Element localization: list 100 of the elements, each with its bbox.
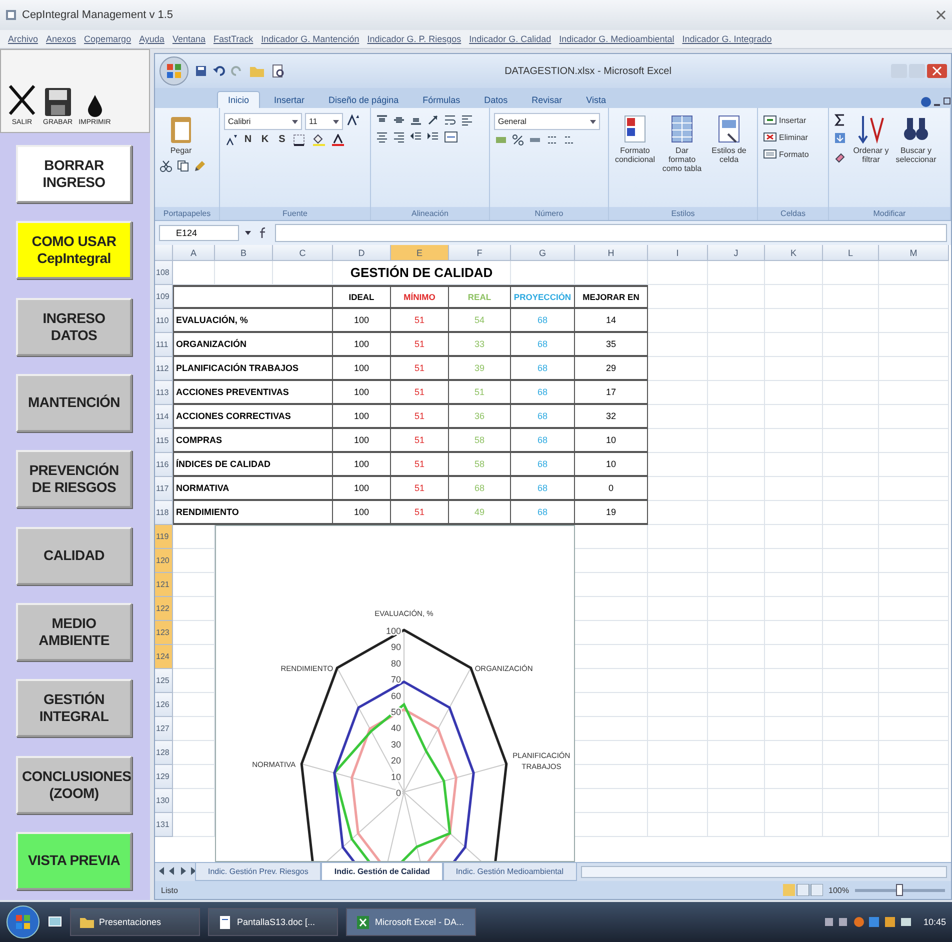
window-controls-icon[interactable] [891,63,947,79]
ribbon-tab[interactable]: Diseño de página [318,92,409,108]
column-header[interactable]: D [333,245,391,261]
menu-item[interactable]: Ayuda [139,34,164,44]
ribbon-tab[interactable]: Fórmulas [412,92,470,108]
row-header[interactable]: 125 [155,669,173,693]
sigma-button[interactable] [833,113,847,127]
row-header[interactable]: 123 [155,621,173,645]
scissors-button[interactable] [159,159,173,173]
row-header[interactable]: 128 [155,741,173,765]
menu-item[interactable]: Indicador G. Mantención [261,34,360,44]
dropdown-field[interactable]: Calibri [224,113,302,130]
nav-button[interactable]: COMO USAR CepIntegral [16,221,132,280]
menu-item[interactable]: Indicador G. Calidad [469,34,552,44]
print-preview-icon[interactable] [271,64,285,78]
dropdown-field[interactable]: General [494,113,600,130]
row-header[interactable]: 130 [155,789,173,813]
ribbon-tab[interactable]: Revisar [522,92,572,108]
row-header[interactable]: 116 [155,453,173,477]
undo-icon[interactable] [213,65,225,77]
format-button[interactable]: K [258,133,272,146]
caret-icon[interactable] [245,231,251,235]
nav-button[interactable]: CALIDAD [16,526,132,585]
column-header[interactable]: H [575,245,648,261]
formula-field[interactable] [275,224,947,242]
menu-item[interactable]: Copemargo [84,34,132,44]
font-color-button[interactable] [330,133,346,147]
start-orb-icon[interactable] [6,905,40,939]
cell-style-button[interactable]: Estilos de celda [707,113,751,165]
wrap-text-button[interactable] [443,113,457,127]
row-header[interactable]: 117 [155,477,173,501]
zoom-slider-thumb[interactable] [896,884,903,896]
clipboard-button[interactable]: Pegar [159,113,203,156]
nav-button[interactable]: VISTA PREVIA [16,832,132,890]
ribbon-tab[interactable]: Datos [474,92,518,108]
binoculars-button[interactable]: Buscar y seleccionar [895,113,937,165]
nav-button[interactable]: BORRAR INGRESO [16,145,132,203]
row-header[interactable]: 115 [155,429,173,453]
ribbon-tab[interactable]: Inicio [217,91,260,108]
help-icon[interactable] [921,96,951,108]
horizontal-scrollbar[interactable] [580,866,947,878]
table-format-button[interactable]: Dar formato como tabla [660,113,704,174]
row-header[interactable]: 121 [155,573,173,597]
paint-bucket-button[interactable] [311,133,327,147]
menu-item[interactable]: FastTrack [213,34,254,44]
view-buttons-icon[interactable] [782,884,823,896]
delete-cells-button[interactable]: Eliminar [762,130,809,144]
column-header[interactable]: M [879,245,949,261]
column-header[interactable]: K [765,245,823,261]
align-left-button[interactable] [460,113,474,127]
menu-item[interactable]: Anexos [46,34,76,44]
menu-item[interactable]: Indicador G. Medioambiental [559,34,674,44]
column-header[interactable]: L [823,245,879,261]
row-header[interactable]: 112 [155,357,173,381]
taskbar-button[interactable]: PantallaS13.doc [... [208,908,338,936]
row-header[interactable]: 113 [155,381,173,405]
folder-icon[interactable] [249,64,265,78]
column-header[interactable]: G [511,245,575,261]
column-header[interactable]: C [273,245,333,261]
row-header[interactable]: 111 [155,333,173,357]
column-header[interactable]: I [648,245,708,261]
menu-item[interactable]: Indicador G. Integrado [682,34,772,44]
menu-item[interactable]: Indicador G. P. Riesgos [367,34,462,44]
office-button-icon[interactable] [159,56,189,86]
align-right-button[interactable] [392,130,406,144]
column-header[interactable]: E [391,245,449,261]
taskbar-button[interactable]: Presentaciones [70,908,200,936]
row-header[interactable]: 124 [155,645,173,669]
column-header[interactable]: F [449,245,511,261]
row-header[interactable]: 109 [155,285,173,309]
nav-button[interactable]: PREVENCIÓN DE RIESGOS [16,450,132,508]
format-button[interactable]: S [275,133,289,146]
sheet-tab[interactable]: Indic. Gestión de Calidad [321,863,443,881]
row-header[interactable]: 118 [155,501,173,525]
orientation-button[interactable] [426,113,440,127]
desktop-icon[interactable] [48,915,62,929]
format-button[interactable]: N [241,133,255,146]
column-header[interactable]: B [215,245,273,261]
merge-cells-button[interactable] [443,130,459,144]
nav-button[interactable]: MANTENCIÓN [16,374,132,432]
row-header[interactable]: 120 [155,549,173,573]
menu-item[interactable]: Ventana [172,34,206,44]
nav-button[interactable]: INGRESO DATOS [16,298,132,356]
close-icon[interactable] [936,10,946,20]
ribbon-tab[interactable]: Vista [576,92,616,108]
align-center-button[interactable] [375,130,389,144]
nav-button[interactable]: CONCLUSIONES (ZOOM) [16,756,132,814]
ribbon-tab[interactable]: Insertar [264,92,315,108]
row-header[interactable]: 127 [155,717,173,741]
percent-button[interactable] [511,133,525,147]
column-header[interactable]: A [173,245,215,261]
sort-button[interactable]: Ordenar y filtrar [850,113,892,165]
row-header[interactable]: 129 [155,765,173,789]
nav-button[interactable]: GESTIÓN INTEGRAL [16,679,132,738]
dropdown-field[interactable]: 11 [305,113,343,130]
insert-cells-button[interactable]: Insertar [762,113,808,127]
column-header[interactable]: J [708,245,765,261]
format-cells-button[interactable]: Formato [762,147,810,161]
grow-font-button[interactable] [346,113,360,127]
row-header[interactable]: 114 [155,405,173,429]
